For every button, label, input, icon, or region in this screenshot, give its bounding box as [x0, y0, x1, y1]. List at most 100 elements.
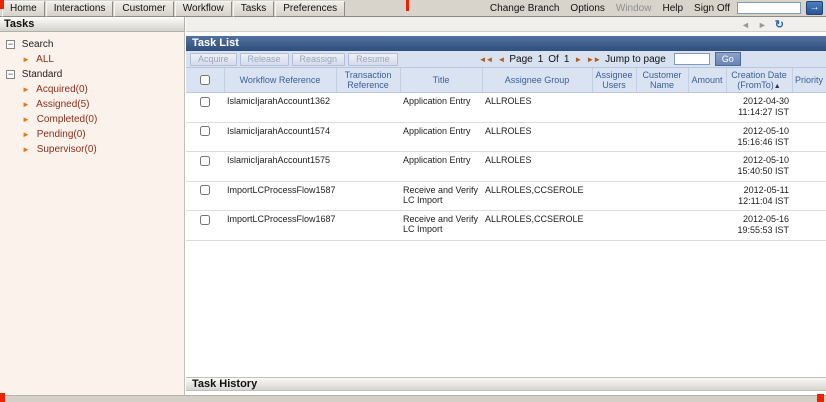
- nav-back-icon[interactable]: ◄: [741, 20, 750, 30]
- reassign-button[interactable]: Reassign: [291, 52, 346, 66]
- jump-to-page-input[interactable]: [673, 53, 710, 65]
- cell-amount: [688, 181, 726, 211]
- cell-transaction-reference: [336, 122, 400, 152]
- col-workflow-reference[interactable]: Workflow Reference: [224, 68, 337, 93]
- window-link: Window: [615, 3, 652, 14]
- creation-time: 19:55:53 IST: [737, 225, 789, 236]
- table-row[interactable]: IslamicIjarahAccount1574 Application Ent…: [186, 122, 826, 152]
- cell-assignee-users: [592, 151, 636, 182]
- cell-workflow-reference: IslamicIjarahAccount1574: [224, 122, 336, 152]
- cell-priority: [792, 151, 826, 182]
- cell-priority: [792, 92, 826, 123]
- release-button[interactable]: Release: [239, 52, 289, 66]
- pagination: ◄◄ ◄ Page 1 Of 1 ► ►► Jump to page Go: [479, 52, 741, 66]
- last-page-icon[interactable]: ►►: [586, 55, 601, 64]
- cell-assignee-users: [592, 122, 636, 152]
- row-checkbox[interactable]: [200, 96, 210, 107]
- tree-group-label: Standard: [21, 69, 63, 80]
- tab-workflow[interactable]: Workflow: [174, 1, 232, 17]
- sidebar-item-completed[interactable]: ► Completed(0): [0, 112, 184, 127]
- arrow-right-icon: →: [809, 2, 820, 13]
- col-amount[interactable]: Amount: [688, 68, 727, 93]
- acquire-button[interactable]: Acquire: [190, 52, 237, 66]
- tab-customer[interactable]: Customer: [114, 1, 174, 17]
- sidebar-item-pending[interactable]: ► Pending(0): [0, 127, 184, 142]
- select-all-checkbox[interactable]: [199, 75, 210, 86]
- table-row[interactable]: IslamicIjarahAccount1362 Application Ent…: [186, 92, 826, 123]
- tree-group-standard[interactable]: − Standard: [0, 67, 184, 82]
- red-annotation-marker: [0, 393, 5, 402]
- task-list-title: Task List: [192, 37, 239, 49]
- cell-customer-name: [636, 151, 688, 182]
- creation-date: 2012-04-30: [742, 96, 789, 106]
- row-checkbox[interactable]: [200, 214, 210, 225]
- col-assignee-users[interactable]: Assignee Users: [592, 68, 637, 93]
- cell-customer-name: [636, 122, 688, 152]
- table-row[interactable]: ImportLCProcessFlow1587 Receive and Veri…: [186, 181, 826, 211]
- col-assignee-group[interactable]: Assignee Group: [482, 68, 593, 93]
- creation-date: 2012-05-11: [743, 184, 789, 195]
- cell-creation-date: 2012-05-16 19:55:53 IST: [726, 210, 792, 241]
- go-button[interactable]: Go: [714, 52, 741, 66]
- cell-title: Receive and Verify LC Import: [400, 181, 482, 211]
- task-list-header: Task List: [186, 36, 826, 51]
- tab-tasks[interactable]: Tasks: [232, 1, 275, 17]
- cell-assignee-group: ALLROLES: [482, 122, 592, 152]
- row-checkbox[interactable]: [200, 155, 210, 166]
- first-page-icon[interactable]: ◄◄: [479, 55, 494, 64]
- sidebar-header: Tasks: [0, 17, 185, 32]
- quick-search-input[interactable]: [737, 2, 801, 14]
- sort-asc-icon[interactable]: ▲: [774, 83, 781, 90]
- col-priority[interactable]: Priority: [792, 68, 826, 93]
- sidebar-item-supervisor[interactable]: ► Supervisor(0): [0, 142, 184, 157]
- cell-customer-name: [636, 92, 688, 123]
- tab-interactions[interactable]: Interactions: [45, 1, 114, 17]
- sidebar-item-all[interactable]: ► ALL: [0, 52, 184, 67]
- resume-button[interactable]: Resume: [348, 52, 398, 66]
- col-customer-name[interactable]: Customer Name: [636, 68, 689, 93]
- sidebar-item-label: Assigned(5): [36, 99, 90, 110]
- sidebar-item-assigned[interactable]: ► Assigned(5): [0, 97, 184, 112]
- cell-transaction-reference: [336, 92, 400, 123]
- task-history-header[interactable]: Task History: [186, 377, 826, 391]
- col-title[interactable]: Title: [400, 68, 483, 93]
- sidebar-item-label: Acquired(0): [36, 84, 88, 95]
- prev-page-icon[interactable]: ◄: [497, 55, 505, 64]
- sign-off-link[interactable]: Sign Off: [694, 3, 730, 14]
- arrow-icon: ►: [22, 114, 30, 124]
- refresh-icon[interactable]: ↻: [775, 18, 784, 31]
- change-branch-link[interactable]: Change Branch: [490, 3, 560, 14]
- nav-forward-icon[interactable]: ►: [758, 20, 767, 30]
- page-total: 1: [563, 53, 570, 65]
- tab-home[interactable]: Home: [2, 1, 45, 17]
- cell-priority: [792, 181, 826, 211]
- row-checkbox[interactable]: [200, 126, 210, 137]
- cell-assignee-group: ALLROLES: [482, 92, 592, 123]
- collapse-icon[interactable]: −: [6, 69, 15, 79]
- cell-transaction-reference: [336, 181, 400, 211]
- top-menu-bar: Home Interactions Customer Workflow Task…: [0, 0, 826, 17]
- cell-creation-date: 2012-05-10 15:16:46 IST: [726, 122, 792, 152]
- col-creation-date[interactable]: Creation Date (FromTo)▲: [726, 68, 793, 93]
- arrow-icon: ►: [22, 84, 30, 94]
- options-link[interactable]: Options: [570, 3, 604, 14]
- next-page-icon[interactable]: ►: [574, 55, 582, 64]
- arrow-icon: ►: [22, 54, 30, 64]
- table-row[interactable]: ImportLCProcessFlow1687 Receive and Veri…: [186, 210, 826, 241]
- cell-workflow-reference: ImportLCProcessFlow1687: [224, 210, 336, 241]
- task-table: Workflow Reference Transaction Reference…: [186, 68, 826, 241]
- tree-group-search[interactable]: − Search: [0, 37, 184, 52]
- page-of-label: Of: [548, 53, 559, 65]
- col-transaction-reference[interactable]: Transaction Reference: [336, 68, 401, 93]
- row-checkbox[interactable]: [200, 185, 210, 196]
- sidebar-item-acquired[interactable]: ► Acquired(0): [0, 82, 184, 97]
- submit-arrow-button[interactable]: →: [806, 1, 823, 15]
- collapse-icon[interactable]: −: [6, 39, 15, 49]
- help-link[interactable]: Help: [662, 3, 683, 14]
- cell-title: Application Entry: [400, 151, 482, 182]
- cell-amount: [688, 151, 726, 182]
- table-row[interactable]: IslamicIjarahAccount1575 Application Ent…: [186, 151, 826, 182]
- arrow-icon: ►: [22, 99, 30, 109]
- page-label: Page: [509, 53, 533, 65]
- tab-preferences[interactable]: Preferences: [275, 1, 346, 17]
